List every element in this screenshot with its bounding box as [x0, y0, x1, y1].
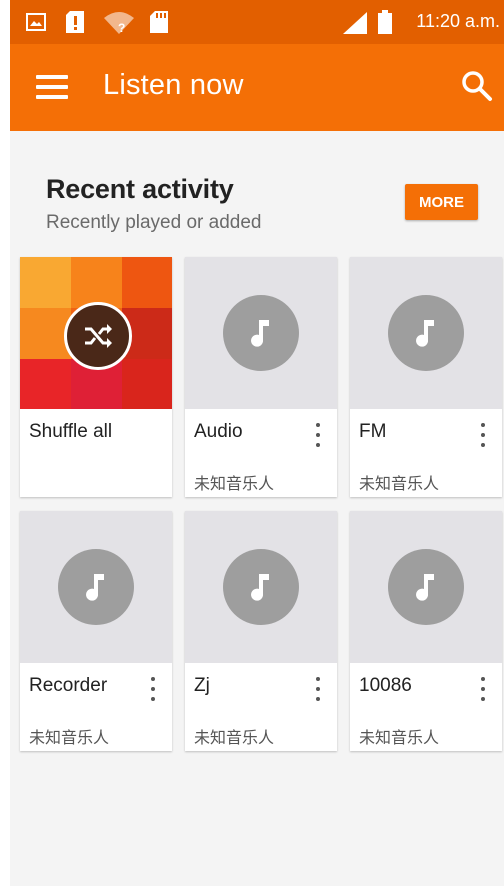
card-title: Zj [194, 675, 210, 696]
search-icon[interactable] [461, 70, 493, 102]
more-options-icon[interactable] [473, 423, 493, 449]
card-title: Recorder [29, 675, 108, 696]
page-title: Listen now [103, 69, 244, 101]
album-art [185, 511, 337, 663]
music-note-icon [58, 549, 134, 625]
more-options-icon[interactable] [473, 677, 493, 703]
card-artist: 未知音乐人 [29, 730, 110, 747]
card-title: FM [359, 421, 387, 442]
shuffle-icon [64, 302, 132, 370]
album-card-recorder[interactable]: Recorder 未知音乐人 [20, 511, 172, 751]
sd-card-icon [150, 11, 168, 33]
menu-icon[interactable] [36, 75, 68, 99]
album-card-fm[interactable]: FM 未知音乐人 [350, 257, 502, 497]
section-title: Recent activity [46, 174, 234, 204]
signal-icon [343, 12, 367, 34]
music-note-icon [223, 295, 299, 371]
card-artist: 未知音乐人 [359, 730, 440, 747]
shuffle-all-card[interactable]: Shuffle all [20, 257, 172, 497]
image-icon [26, 13, 46, 31]
music-note-icon [388, 549, 464, 625]
battery-icon [378, 10, 392, 34]
wifi-question-icon: ? [104, 12, 134, 34]
more-options-icon[interactable] [308, 677, 328, 703]
section-subtitle: Recently played or added [46, 212, 262, 233]
album-art [20, 511, 172, 663]
card-title: 10086 [359, 675, 412, 696]
status-time: 11:20 a.m. [416, 11, 500, 31]
more-button[interactable]: MORE [405, 184, 478, 220]
album-card-audio[interactable]: Audio 未知音乐人 [185, 257, 337, 497]
album-art [185, 257, 337, 409]
card-title: Audio [194, 421, 243, 442]
card-artist: 未知音乐人 [194, 730, 275, 747]
music-note-icon [223, 549, 299, 625]
card-artist: 未知音乐人 [194, 476, 275, 493]
album-card-10086[interactable]: 10086 未知音乐人 [350, 511, 502, 751]
album-card-zj[interactable]: Zj 未知音乐人 [185, 511, 337, 751]
app-bar: Listen now [10, 44, 504, 131]
alert-icon [66, 11, 84, 33]
card-title: Shuffle all [29, 421, 113, 442]
status-bar: ? 11:20 a.m. [10, 0, 504, 44]
screen: ? 11:20 a.m. Listen now Recent activity … [10, 0, 504, 886]
svg-text:?: ? [118, 21, 125, 34]
album-art [350, 511, 502, 663]
card-artist: 未知音乐人 [359, 476, 440, 493]
more-options-icon[interactable] [143, 677, 163, 703]
more-options-icon[interactable] [308, 423, 328, 449]
album-art [350, 257, 502, 409]
music-note-icon [388, 295, 464, 371]
